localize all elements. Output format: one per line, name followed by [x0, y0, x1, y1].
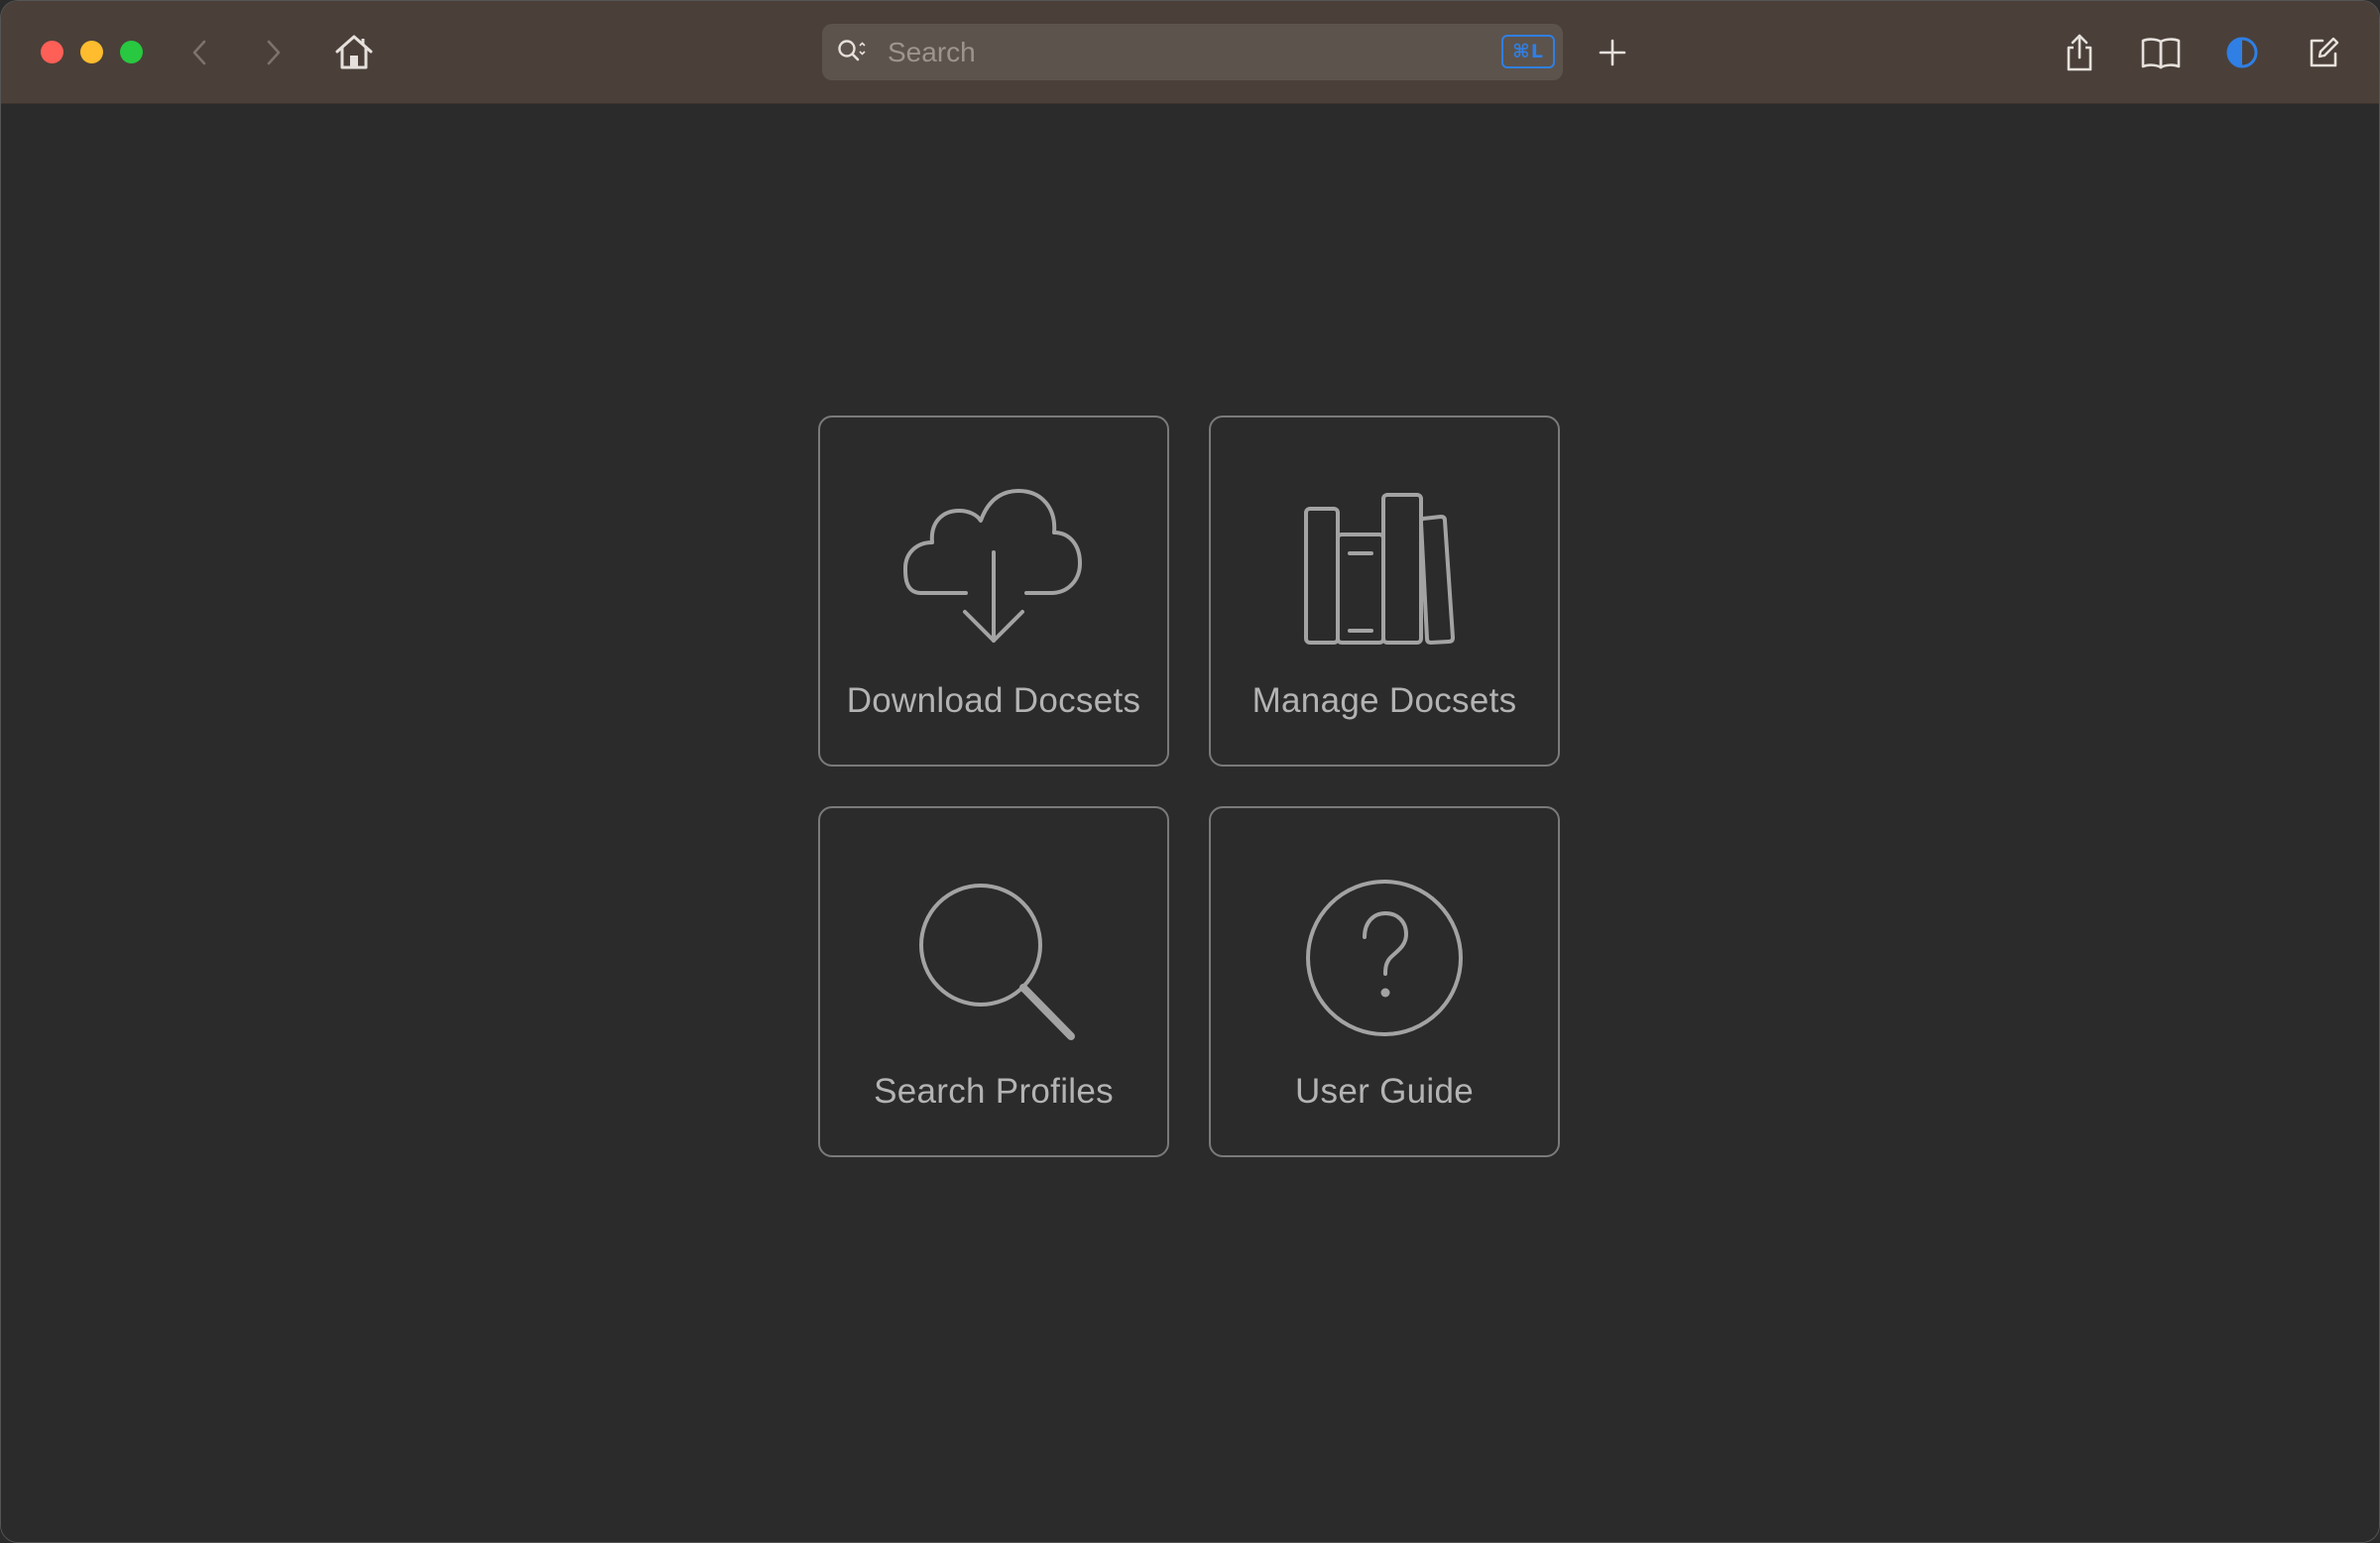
content-area: Download Docsets Manage Docsets Search P…: [1, 104, 2379, 1542]
tile-label: User Guide: [1294, 1072, 1475, 1111]
home-button[interactable]: [330, 29, 378, 76]
share-icon: [2067, 34, 2092, 71]
bookmarks-button[interactable]: [2137, 29, 2185, 76]
search-bar[interactable]: ⌘L: [822, 24, 1563, 80]
user-guide-tile[interactable]: User Guide: [1209, 806, 1560, 1157]
contrast-icon: [2226, 37, 2258, 68]
forward-button[interactable]: [249, 29, 297, 76]
cloud-download-icon: [902, 489, 1082, 643]
plus-icon: [1599, 39, 1626, 66]
minimize-window-button[interactable]: [80, 41, 103, 63]
compose-button[interactable]: [2300, 29, 2347, 76]
maximize-window-button[interactable]: [120, 41, 143, 63]
search-input[interactable]: [886, 32, 1485, 73]
shortcut-badge: ⌘L: [1501, 35, 1555, 68]
download-docsets-tile[interactable]: Download Docsets: [818, 415, 1169, 767]
tile-label: Download Docsets: [846, 681, 1141, 720]
search-icon: [838, 40, 866, 61]
chevron-left-icon: [192, 40, 206, 65]
question-circle-icon: [1306, 880, 1463, 1036]
new-tab-button[interactable]: [1589, 29, 1636, 76]
tile-label: Search Profiles: [874, 1072, 1114, 1111]
magnifier-icon: [919, 884, 1075, 1040]
app-window: ⌘L: [0, 0, 2380, 1543]
books-icon: [1304, 493, 1455, 645]
appearance-button[interactable]: [2218, 29, 2266, 76]
share-button[interactable]: [2056, 29, 2103, 76]
back-button[interactable]: [177, 29, 224, 76]
book-icon: [2141, 38, 2181, 69]
search-profiles-tile[interactable]: Search Profiles: [818, 806, 1169, 1157]
home-icon: [335, 35, 373, 69]
chevron-right-icon: [267, 40, 281, 65]
compose-icon: [2310, 37, 2339, 67]
toolbar: ⌘L: [1, 1, 2379, 104]
close-window-button[interactable]: [41, 41, 63, 63]
tile-label: Manage Docsets: [1251, 681, 1517, 720]
manage-docsets-tile[interactable]: Manage Docsets: [1209, 415, 1560, 767]
